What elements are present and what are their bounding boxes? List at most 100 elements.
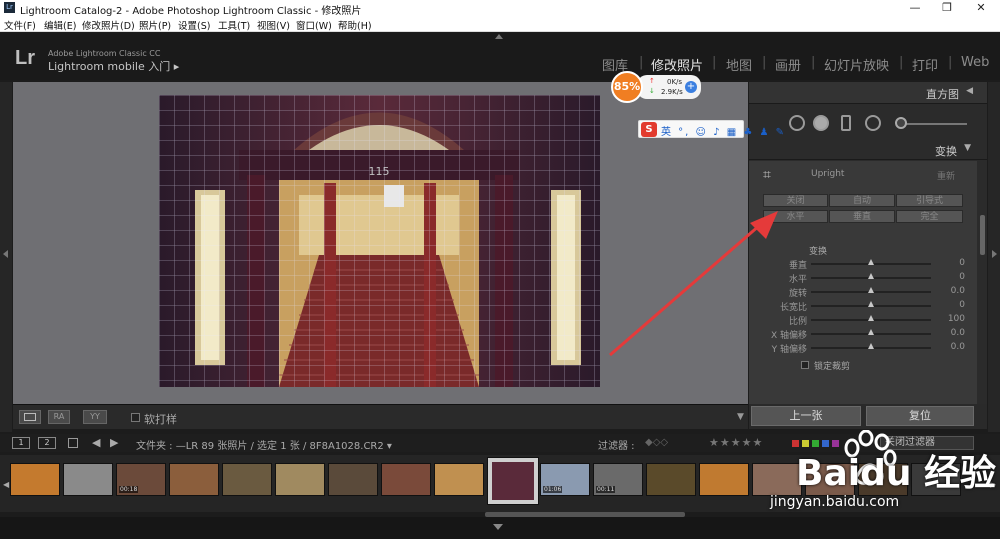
rating-filter-stars[interactable]: ★★★★★ bbox=[709, 436, 763, 449]
window-1-button[interactable]: 1 bbox=[12, 437, 30, 449]
menu-tools[interactable]: 工具(T) bbox=[218, 18, 250, 32]
filmstrip-thumb[interactable]: 00:18 bbox=[116, 463, 166, 496]
radial-filter-icon[interactable] bbox=[865, 115, 881, 131]
lock-crop-checkbox[interactable] bbox=[801, 361, 809, 369]
filmstrip-thumb[interactable] bbox=[381, 463, 431, 496]
slider-knob[interactable] bbox=[868, 329, 874, 335]
slider-knob[interactable] bbox=[868, 273, 874, 279]
identity-plate: Lr Adobe Lightroom Classic CC Lightroom … bbox=[0, 33, 1000, 80]
download-speed: 2.9K/s bbox=[661, 88, 683, 96]
maximize-button[interactable]: ❐ bbox=[932, 0, 962, 16]
filmstrip-thumb[interactable] bbox=[328, 463, 378, 496]
lightroom-mobile-link[interactable]: Lightroom mobile 入门 ▸ bbox=[48, 58, 179, 74]
brush-slider[interactable] bbox=[897, 123, 967, 125]
upright-guide-icon[interactable]: ⌗ bbox=[763, 167, 771, 183]
module-web[interactable]: Web bbox=[961, 55, 989, 70]
module-slideshow[interactable]: 幻灯片放映 bbox=[824, 55, 889, 74]
menu-photo[interactable]: 照片(P) bbox=[139, 18, 171, 32]
menu-view[interactable]: 视图(V) bbox=[257, 18, 290, 32]
staircase-photo[interactable]: 115 bbox=[159, 95, 600, 387]
previous-button[interactable]: 上一张 bbox=[751, 406, 861, 426]
flag-filter-icon[interactable]: ◆◇◇ bbox=[645, 437, 668, 448]
close-button[interactable]: ✕ bbox=[966, 0, 996, 16]
network-speed-widget[interactable]: ↑ 0K/s ↓ 2.9K/s + 85% bbox=[611, 71, 701, 103]
watermark-url: jingyan.baidu.com bbox=[770, 494, 900, 510]
slider-knob[interactable] bbox=[868, 301, 874, 307]
filmstrip-toggle[interactable] bbox=[493, 524, 503, 530]
filmstrip-thumb[interactable] bbox=[646, 463, 696, 496]
loupe-view-button[interactable] bbox=[19, 410, 41, 424]
filmstrip-thumb[interactable]: 00:11 bbox=[593, 463, 643, 496]
menu-help[interactable]: 帮助(H) bbox=[338, 18, 372, 32]
brush-slider-knob[interactable] bbox=[895, 117, 907, 129]
source-info[interactable]: 文件夹 : —LR 89 张照片 / 选定 1 张 / 8F8A1028.CR2… bbox=[136, 437, 392, 452]
boost-plus-icon[interactable]: + bbox=[685, 81, 697, 93]
ime-tool-icons[interactable]: 英 °, ☺ ♪ ▦ ♣ ♟ ✎ bbox=[661, 123, 786, 138]
transform-header[interactable]: 变换 ▼ bbox=[749, 140, 987, 160]
upright-full-button[interactable]: 完全 bbox=[896, 210, 963, 223]
filmstrip-thumb[interactable] bbox=[752, 463, 802, 496]
upright-guided-button[interactable]: 引导式 bbox=[896, 194, 963, 207]
red-arrow-annotation bbox=[609, 211, 778, 357]
upright-vertical-button[interactable]: 垂直 bbox=[829, 210, 895, 223]
top-panel-toggle[interactable] bbox=[495, 34, 503, 39]
histogram-title: 直方图 bbox=[926, 88, 959, 101]
filmstrip-thumb[interactable] bbox=[10, 463, 60, 496]
before-after-button[interactable]: RA bbox=[48, 410, 70, 424]
menu-settings[interactable]: 设置(S) bbox=[178, 18, 210, 32]
forward-arrow-icon[interactable]: ▶ bbox=[110, 436, 118, 449]
filmstrip-thumb[interactable] bbox=[699, 463, 749, 496]
module-separator: | bbox=[899, 55, 904, 70]
sogou-logo-icon[interactable]: S bbox=[641, 122, 657, 137]
left-panel-toggle[interactable] bbox=[3, 250, 8, 258]
module-separator: | bbox=[712, 55, 717, 70]
histogram-header[interactable]: 直方图 ◀ bbox=[749, 82, 987, 104]
cpu-usage[interactable]: 85% bbox=[611, 71, 643, 103]
module-print[interactable]: 打印 bbox=[912, 55, 938, 74]
menu-bar: 文件(F) 编辑(E) 修改照片(D) 照片(P) 设置(S) 工具(T) 视图… bbox=[0, 16, 1000, 32]
filmstrip-thumb[interactable] bbox=[63, 463, 113, 496]
filmstrip-thumb[interactable] bbox=[434, 463, 484, 496]
toolbar-menu-arrow-icon[interactable]: ▼ bbox=[737, 412, 744, 422]
download-arrow-icon: ↓ bbox=[649, 87, 655, 95]
right-panel-scrollbar[interactable] bbox=[980, 215, 985, 255]
menu-file[interactable]: 文件(F) bbox=[4, 18, 36, 32]
expand-triangle-icon[interactable]: ▼ bbox=[964, 143, 971, 153]
upright-reset-link[interactable]: 重新 bbox=[937, 169, 955, 182]
upright-auto-button[interactable]: 自动 bbox=[829, 194, 895, 207]
filmstrip-thumb[interactable] bbox=[169, 463, 219, 496]
video-duration-badge: 01:06 bbox=[543, 486, 563, 493]
filmstrip-thumb[interactable]: 01:06 bbox=[540, 463, 590, 496]
filmstrip-thumb-selected[interactable] bbox=[487, 457, 539, 505]
ime-toolbar[interactable]: S 英 °, ☺ ♪ ▦ ♣ ♟ ✎ bbox=[638, 120, 784, 138]
module-separator: | bbox=[811, 55, 816, 70]
softproof-checkbox[interactable] bbox=[131, 413, 140, 422]
minimize-button[interactable]: — bbox=[900, 0, 930, 16]
collapse-triangle-icon[interactable]: ◀ bbox=[966, 86, 973, 96]
crop-tool-icon[interactable] bbox=[789, 115, 805, 131]
identity-line1: Adobe Lightroom Classic CC bbox=[48, 49, 161, 58]
module-book[interactable]: 画册 bbox=[775, 55, 801, 74]
menu-develop[interactable]: 修改照片(D) bbox=[82, 18, 135, 32]
back-arrow-icon[interactable]: ◀ bbox=[92, 436, 100, 449]
softproof-label: 软打样 bbox=[144, 413, 177, 426]
before-after-mode-button[interactable]: YY bbox=[83, 410, 107, 424]
slider-knob[interactable] bbox=[868, 343, 874, 349]
reset-button[interactable]: 复位 bbox=[866, 406, 974, 426]
spot-removal-icon[interactable] bbox=[813, 115, 829, 131]
filmstrip-thumb[interactable] bbox=[222, 463, 272, 496]
filmstrip-thumb[interactable] bbox=[275, 463, 325, 496]
module-map[interactable]: 地图 bbox=[726, 55, 752, 74]
right-panel-toggle[interactable] bbox=[992, 250, 997, 258]
menu-window[interactable]: 窗口(W) bbox=[296, 18, 332, 32]
grid-view-icon[interactable] bbox=[68, 438, 78, 448]
develop-toolbar: RA YY 软打样 ▼ bbox=[13, 404, 748, 429]
slider-knob[interactable] bbox=[868, 315, 874, 321]
window-2-button[interactable]: 2 bbox=[38, 437, 56, 449]
slider-knob[interactable] bbox=[868, 259, 874, 265]
graduated-filter-icon[interactable] bbox=[841, 115, 851, 131]
menu-edit[interactable]: 编辑(E) bbox=[44, 18, 76, 32]
filmstrip-scroll-left-icon[interactable]: ◀ bbox=[3, 480, 9, 489]
slider-knob[interactable] bbox=[868, 287, 874, 293]
lightroom-app-icon: Lr bbox=[4, 2, 15, 13]
